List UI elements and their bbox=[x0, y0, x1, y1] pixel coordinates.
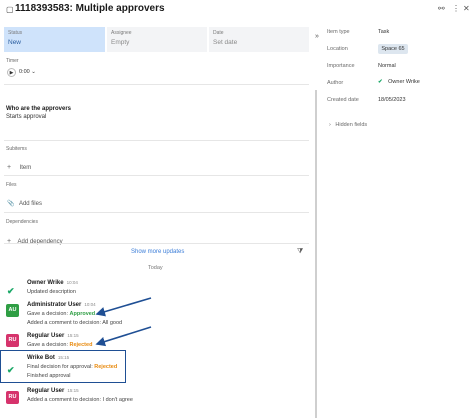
activity-text: Gave a decision: Approved bbox=[27, 311, 96, 317]
dependencies-label: Dependencies bbox=[6, 219, 38, 225]
divider bbox=[4, 243, 309, 244]
status-row: Status New Assignee Empty Date Set date bbox=[4, 27, 309, 52]
decision-rejected: Rejected bbox=[69, 342, 93, 348]
chevron-down-icon: ⌄ bbox=[31, 69, 36, 75]
close-icon[interactable]: ✕ bbox=[463, 4, 470, 13]
divider bbox=[4, 212, 309, 213]
today-label: Today bbox=[148, 265, 163, 271]
author-name[interactable]: Regular User 15:15 bbox=[27, 388, 79, 394]
task-title[interactable]: 1118393583: Multiple approvers bbox=[15, 3, 165, 14]
author-name: Owner Wrike bbox=[388, 79, 420, 85]
assignee-label: Assignee bbox=[111, 30, 132, 36]
add-dependency-button[interactable]: + Add dependency bbox=[7, 230, 63, 248]
created-date-value: 18/05/2023 bbox=[378, 97, 406, 103]
arrow-rejected bbox=[95, 326, 152, 347]
author-label: Author bbox=[327, 80, 344, 86]
add-dependency-label: Add dependency bbox=[17, 239, 63, 245]
created-date-label: Created date bbox=[327, 97, 359, 103]
activity-text: Finished approval bbox=[27, 373, 71, 379]
add-subitem-button[interactable]: + Item bbox=[7, 156, 31, 174]
decision-approved: Approved bbox=[69, 311, 96, 317]
importance-value[interactable]: Normal bbox=[378, 63, 396, 69]
author-value[interactable]: ✔ Owner Wrike bbox=[378, 79, 420, 85]
check-icon: ✔ bbox=[7, 365, 15, 375]
activity-text: Added a comment to decision: All good bbox=[27, 320, 123, 326]
assignee-value: Empty bbox=[111, 39, 130, 46]
date-label: Date bbox=[213, 30, 224, 36]
author-name[interactable]: Administrator User 10:04 bbox=[27, 302, 96, 308]
subitems-label: Subitems bbox=[6, 146, 27, 152]
timer-value[interactable]: 0:00 ⌄ bbox=[19, 69, 36, 75]
avatar[interactable]: AU bbox=[6, 304, 19, 317]
link-icon[interactable]: ⚯ bbox=[438, 4, 445, 13]
avatar[interactable]: RU bbox=[6, 391, 19, 404]
plus-icon: + bbox=[7, 164, 12, 171]
divider bbox=[4, 140, 309, 141]
activity-text: Updated description bbox=[27, 289, 76, 295]
item-type-label: Item type bbox=[327, 29, 350, 35]
location-label: Location bbox=[327, 46, 348, 52]
task-header: ▢ 1118393583: Multiple approvers ⚯ ⋮ ✕ bbox=[0, 0, 474, 20]
author-name[interactable]: Owner Wrike 10:04 bbox=[27, 280, 78, 286]
decision-rejected: Rejected bbox=[94, 364, 118, 370]
date-field[interactable]: Date Set date bbox=[209, 27, 309, 52]
date-value: Set date bbox=[213, 39, 238, 46]
importance-label: Importance bbox=[327, 63, 355, 69]
activity-text: Gave a decision: Rejected bbox=[27, 342, 93, 348]
timer-label: Timer bbox=[6, 58, 19, 64]
stream-item: ✔ bbox=[7, 360, 15, 378]
check-icon: ✔ bbox=[7, 286, 15, 296]
task-icon: ▢ bbox=[6, 5, 14, 14]
activity-text: Added a comment to decision: I don't agr… bbox=[27, 397, 133, 403]
divider bbox=[4, 84, 309, 85]
location-badge[interactable]: Space 65 bbox=[378, 44, 408, 54]
author-name[interactable]: Regular User 15:15 bbox=[27, 333, 79, 339]
add-subitem-label: Item bbox=[19, 165, 32, 171]
stream-item: ✔ bbox=[7, 281, 15, 299]
more-icon[interactable]: ⋮ bbox=[452, 4, 460, 13]
author-name[interactable]: Wrike Bot 15:15 bbox=[27, 355, 69, 361]
attach-icon: 📎 bbox=[7, 201, 15, 207]
hidden-fields-toggle[interactable]: › Hidden fields bbox=[329, 122, 367, 128]
play-icon[interactable]: ▶ bbox=[7, 68, 16, 77]
add-files-label: Add files bbox=[18, 201, 42, 207]
panel-divider[interactable] bbox=[315, 90, 317, 418]
avatar[interactable]: RU bbox=[6, 334, 19, 347]
assignee-field[interactable]: Assignee Empty bbox=[107, 27, 207, 52]
status-value: New bbox=[8, 39, 22, 46]
files-label: Files bbox=[6, 182, 17, 188]
description-heading: Who are the approvers bbox=[6, 106, 72, 112]
activity-text: Final decision for approval: Rejected bbox=[27, 364, 118, 370]
filter-icon[interactable]: ⧩ bbox=[297, 248, 303, 256]
divider bbox=[4, 175, 309, 176]
check-icon: ✔ bbox=[378, 79, 383, 85]
show-more-updates-link[interactable]: Show more updates bbox=[131, 249, 184, 255]
description-text[interactable]: Starts approval bbox=[6, 114, 46, 120]
chevron-right-icon: › bbox=[329, 122, 331, 128]
status-field[interactable]: Status New bbox=[4, 27, 105, 52]
add-files-button[interactable]: 📎 Add files bbox=[7, 192, 42, 210]
collapse-panel-button[interactable]: » bbox=[312, 33, 322, 45]
status-label: Status bbox=[8, 30, 23, 36]
hidden-fields-label: Hidden fields bbox=[335, 122, 368, 128]
item-type-value[interactable]: Task bbox=[378, 29, 389, 35]
arrow-approved bbox=[95, 297, 152, 317]
